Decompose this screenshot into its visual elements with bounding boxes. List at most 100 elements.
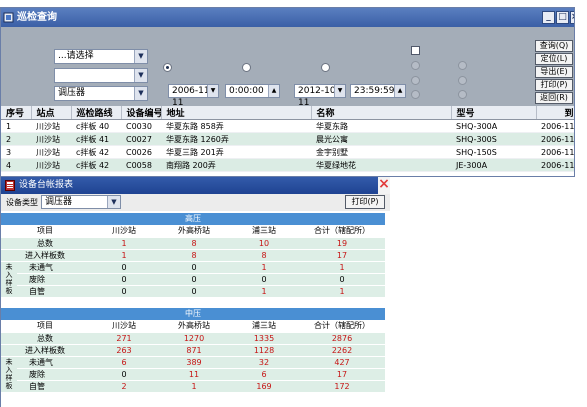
table-row[interactable]: 3 川沙站 c拌板 42 C0026 华夏三路 201弄 金宇别墅 SHQ-15… [1, 145, 574, 159]
export-button[interactable]: 导出(E) [535, 66, 573, 78]
start-time-picker[interactable]: 0:00:00 ▲ [225, 84, 280, 98]
table-row: 总数 271 1270 1335 2876 [1, 332, 385, 345]
end-date-picker[interactable]: 2012-10-11 ▼ [294, 84, 346, 108]
cell: c拌板 42 [71, 145, 121, 159]
cell: 川沙站 [31, 145, 71, 159]
cell: C0030 [121, 119, 161, 133]
cell: 华夏东路 858弄 [161, 119, 311, 133]
cell: 1 [159, 380, 229, 393]
not-entered-label: 未入样板 [1, 261, 17, 298]
spinner-icon[interactable]: ▲ [268, 85, 279, 97]
cell: C0027 [121, 132, 161, 146]
option-radio-b2[interactable] [458, 76, 467, 85]
station-select[interactable]: ...请选择 ▼ [54, 49, 148, 64]
cell: 华夏三路 201弄 [161, 145, 311, 159]
chevron-down-icon[interactable]: ▼ [207, 85, 218, 97]
table-row: 废除 0 0 0 0 [1, 273, 385, 286]
table-row[interactable]: 4 川沙站 c拌板 42 C0058 南翔路 200弄 华夏绿地花 JE-300… [1, 158, 574, 172]
device-type-dropdown[interactable]: 调压器 ▼ [41, 195, 121, 209]
cell: 晨光公寓 [311, 132, 451, 146]
locate-button[interactable]: 定位(L) [535, 53, 573, 65]
device-type-select-value: 调压器 [58, 88, 86, 98]
cell: 6 [229, 368, 299, 381]
chevron-down-icon[interactable]: ▼ [334, 85, 345, 97]
end-time-picker[interactable]: 23:59:59 ▲ [350, 84, 406, 98]
column-header[interactable]: 设备编号 [121, 106, 162, 120]
maximize-icon[interactable]: □ [556, 11, 569, 24]
row-label: 废除 [17, 273, 89, 286]
start-date-picker[interactable]: 2006-11-11 ▼ [168, 84, 219, 108]
column-header[interactable]: 站点 [31, 106, 72, 120]
column-header: 川沙站 [89, 320, 159, 333]
column-header[interactable]: 序号 [1, 106, 32, 120]
not-entered-label: 未入样板 [1, 356, 17, 393]
row-label: 自管 [17, 285, 89, 298]
row-label: 废除 [17, 368, 89, 381]
cell: c拌板 42 [71, 158, 121, 172]
table-row[interactable]: 1 川沙站 c拌板 40 C0030 华夏东路 858弄 华夏东路 SHQ-30… [1, 119, 574, 133]
table-row: 废除 0 11 6 17 [1, 368, 385, 381]
option-radio-a2[interactable] [411, 76, 420, 85]
end-time-value: 23:59:59 [354, 86, 395, 96]
cell: 2006-11-13 [536, 158, 574, 172]
close-icon[interactable]: × [570, 11, 574, 24]
close-icon[interactable]: × [378, 177, 390, 194]
radio-3[interactable] [321, 63, 330, 72]
chevron-down-icon[interactable]: ▼ [134, 87, 147, 100]
cell: 169 [229, 380, 299, 393]
cell: 10 [229, 237, 299, 250]
table-row: 自管 0 0 1 1 [1, 285, 385, 298]
chevron-down-icon[interactable]: ▼ [107, 196, 120, 208]
cell: 华夏东路 1260弄 [161, 132, 311, 146]
cell: 华夏东路 [311, 119, 451, 133]
filter-checkbox[interactable] [411, 46, 420, 55]
radio-1[interactable] [163, 63, 172, 72]
query-window-titlebar[interactable]: 巡检查询 _ □ × [1, 8, 574, 27]
column-header[interactable]: 型号 [451, 106, 537, 120]
print-button[interactable]: 打印(P) [535, 79, 573, 91]
route-select[interactable]: ▼ [54, 68, 148, 83]
option-radio-a1[interactable] [411, 61, 420, 70]
device-ledger-titlebar[interactable]: 设备台帐报表 × [1, 177, 390, 194]
medium-pressure-table: 项目 川沙站 外高桥站 浦三站 合计（辖配所） 总数 271 1270 1335… [1, 320, 385, 393]
cell: JE-300A [451, 158, 536, 172]
inspection-grid: 序号 站点 巡检路线 设备编号 地址 名称 型号 到 1 川沙站 c拌板 40 … [1, 106, 574, 172]
option-radio-b3[interactable] [458, 90, 467, 99]
device-ledger-title: 设备台帐报表 [19, 180, 74, 190]
cell: 8 [159, 249, 229, 262]
query-window-title: 巡检查询 [17, 12, 57, 23]
cell: SHQ-300A [451, 119, 536, 133]
radio-2[interactable] [242, 63, 251, 72]
column-header[interactable]: 到 [536, 106, 574, 120]
back-button[interactable]: 返回(R) [535, 92, 573, 104]
column-header[interactable]: 地址 [161, 106, 312, 120]
cell: 2006-11-13 [536, 119, 574, 133]
cell: 川沙站 [31, 158, 71, 172]
cell: 2262 [299, 344, 385, 357]
cell: SHQ-150S [451, 145, 536, 159]
column-header: 浦三站 [229, 225, 299, 238]
chevron-down-icon[interactable]: ▼ [134, 69, 147, 82]
cell: C0026 [121, 145, 161, 159]
option-radio-b1[interactable] [458, 61, 467, 70]
column-header[interactable]: 巡检路线 [71, 106, 122, 120]
column-header: 外高桥站 [159, 225, 229, 238]
report-print-button[interactable]: 打印(P) [345, 195, 385, 209]
cell: 川沙站 [31, 132, 71, 146]
spinner-icon[interactable]: ▲ [394, 85, 405, 97]
chevron-down-icon[interactable]: ▼ [134, 50, 147, 63]
cell: 6 [89, 356, 159, 369]
cell: SHQ-300S [451, 132, 536, 146]
query-button[interactable]: 查询(Q) [535, 40, 573, 52]
option-radio-a3[interactable] [411, 90, 420, 99]
cell: 1 [229, 285, 299, 298]
minimize-icon[interactable]: _ [542, 11, 555, 24]
section-high-pressure: 高压 项目 川沙站 外高桥站 浦三站 合计（辖配所） 总数 1 8 10 19 … [1, 213, 385, 298]
section-title: 高压 [1, 213, 385, 225]
table-row[interactable]: 2 川沙站 c拌板 41 C0027 华夏东路 1260弄 晨光公寓 SHQ-3… [1, 132, 574, 146]
row-label: 进入样板数 [1, 344, 89, 357]
cell: C0058 [121, 158, 161, 172]
column-header[interactable]: 名称 [311, 106, 452, 120]
device-type-select[interactable]: 调压器 ▼ [54, 86, 148, 101]
grid-header: 序号 站点 巡检路线 设备编号 地址 名称 型号 到 [1, 106, 574, 120]
